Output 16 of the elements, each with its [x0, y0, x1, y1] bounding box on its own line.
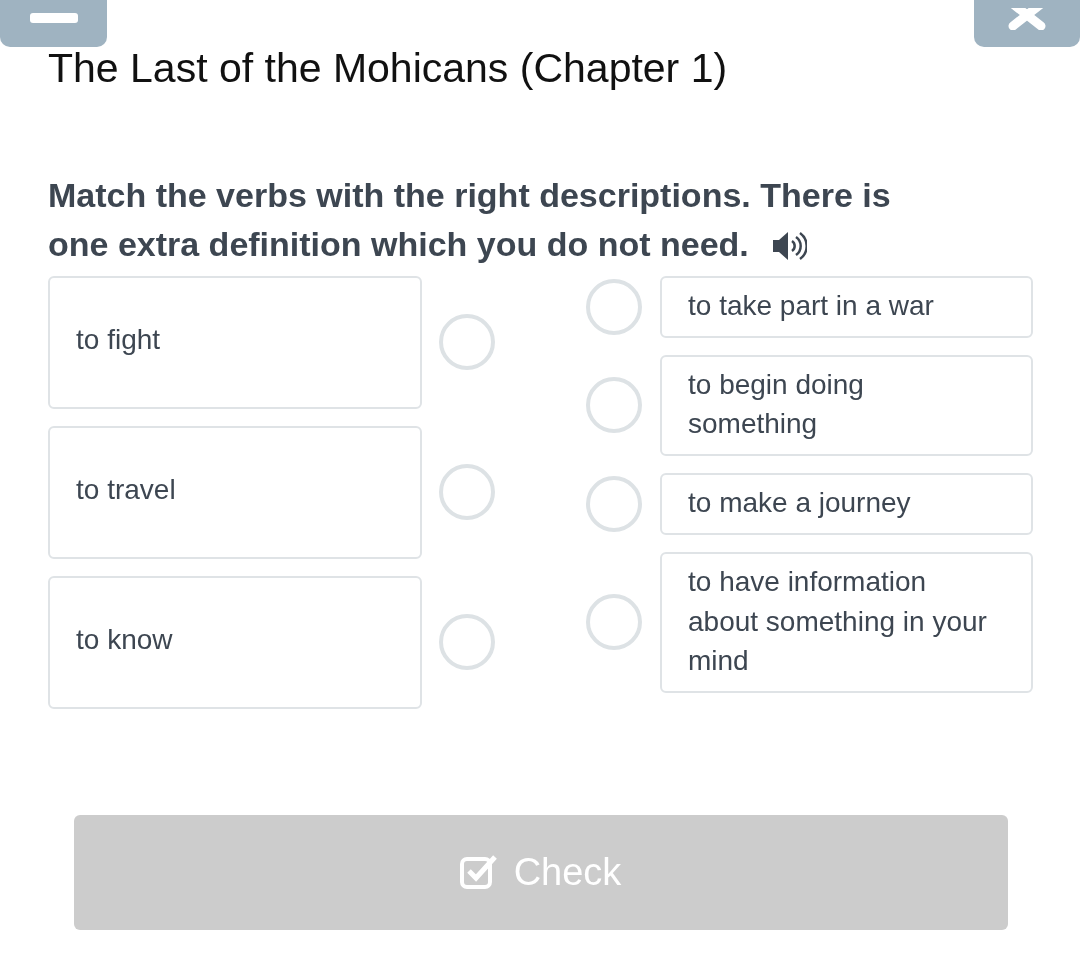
menu-button[interactable] [0, 0, 107, 47]
page-title: The Last of the Mohicans (Chapter 1) [48, 44, 729, 93]
description-card[interactable]: to take part in a war [660, 275, 1033, 338]
speaker-icon[interactable] [770, 229, 807, 262]
close-icon [1007, 7, 1047, 30]
checkbox-icon [459, 854, 498, 891]
minus-icon [29, 12, 78, 25]
instruction-line: one extra definition which you do not need. [48, 224, 749, 266]
verb-card[interactable]: to know [48, 575, 422, 709]
verb-card[interactable]: to travel [48, 425, 422, 559]
description-card[interactable]: to have information about something in your mind [660, 551, 1033, 694]
description-card[interactable]: to begin doing something [660, 354, 1033, 457]
close-button[interactable] [974, 0, 1080, 47]
instruction-line: Match the verbs with the right descriptions. There is [48, 175, 891, 217]
verb-card[interactable]: to fight [48, 275, 422, 409]
description-card[interactable]: to make a journey [660, 473, 1033, 535]
